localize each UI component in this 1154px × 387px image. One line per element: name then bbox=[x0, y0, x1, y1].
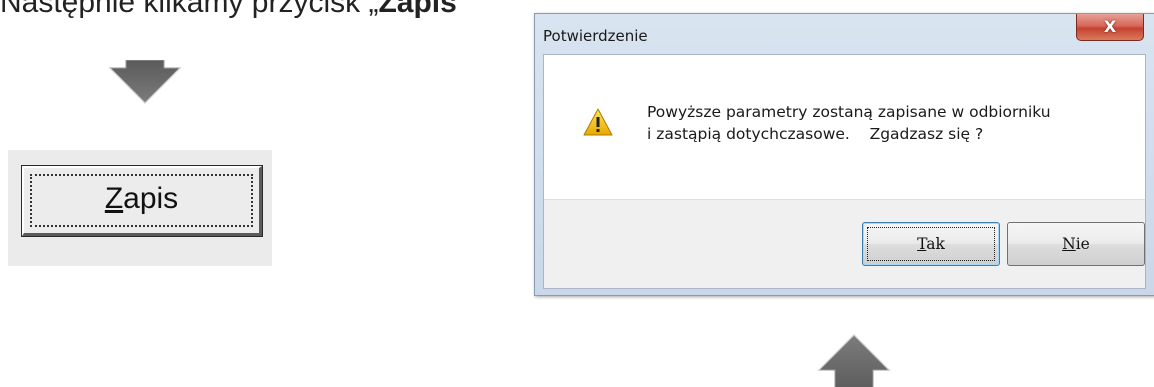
nie-button[interactable]: Nie bbox=[1007, 222, 1145, 266]
zapis-mnemonic: Z bbox=[104, 182, 124, 215]
tak-button[interactable]: Tak bbox=[862, 222, 1000, 266]
instruction-bold: Zapis bbox=[378, 0, 457, 19]
zapis-label: Zapis bbox=[24, 182, 259, 216]
dialog-titlebar[interactable]: Potwierdzenie X bbox=[535, 14, 1154, 54]
close-icon: X bbox=[1103, 17, 1117, 36]
confirmation-dialog: Potwierdzenie X Powyższe parametry zosta… bbox=[534, 13, 1154, 296]
nie-label-rest: ie bbox=[1075, 235, 1090, 253]
tak-label: Tak bbox=[863, 235, 999, 253]
dialog-body: Powyższe parametry zostaną zapisane w od… bbox=[543, 54, 1146, 289]
instruction-quote-open: „ bbox=[368, 0, 379, 19]
message-line-2: i zastąpią dotychczasowe. Zgadzasz się ? bbox=[647, 125, 984, 143]
nie-label: Nie bbox=[1008, 235, 1144, 253]
arrow-down-icon bbox=[108, 60, 182, 104]
instruction-prefix: Następnie klikamy przycisk bbox=[0, 0, 369, 19]
nie-mnemonic: N bbox=[1062, 235, 1076, 253]
warning-icon bbox=[583, 108, 613, 136]
zapis-panel: Zapis bbox=[8, 150, 272, 266]
instruction-text: Następnie klikamy przycisk „Zapis” bbox=[0, 0, 467, 20]
arrow-up-icon bbox=[817, 334, 891, 387]
tak-mnemonic: T bbox=[917, 235, 927, 253]
dialog-title: Potwierdzenie bbox=[543, 27, 648, 45]
page: Następnie klikamy przycisk „Zapis” Zapis… bbox=[0, 0, 1154, 387]
dialog-message: Powyższe parametry zostaną zapisane w od… bbox=[647, 101, 1051, 145]
instruction-quote-close: ” bbox=[456, 0, 467, 19]
zapis-button[interactable]: Zapis bbox=[22, 166, 262, 236]
close-button[interactable]: X bbox=[1076, 14, 1144, 41]
dialog-button-area: Tak Nie bbox=[544, 199, 1145, 288]
tak-label-rest: ak bbox=[926, 235, 945, 253]
message-area: Powyższe parametry zostaną zapisane w od… bbox=[544, 55, 1145, 201]
message-line-1: Powyższe parametry zostaną zapisane w od… bbox=[647, 103, 1051, 121]
zapis-label-rest: apis bbox=[123, 182, 179, 215]
